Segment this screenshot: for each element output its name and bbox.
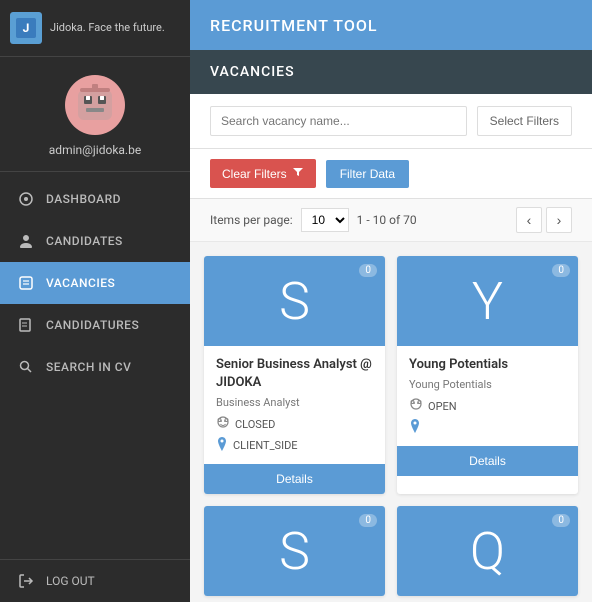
sidebar-item-search-in-cv[interactable]: SEARCH IN CV [0,346,190,388]
sidebar-item-candidatures-label: CANDIDATURES [46,318,139,332]
card-status-text-1: OPEN [428,400,457,413]
card-letter-2: S [279,521,310,582]
sidebar-item-candidatures[interactable]: CANDIDATURES [0,304,190,346]
logo-icon: J [10,12,42,44]
card-status-0: CLOSED [216,415,373,433]
vacancy-card-0: S 0 Senior Business Analyst @ JIDOKA Bus… [204,256,385,494]
svg-text:J: J [23,21,30,35]
card-location-0: CLIENT_SIDE [216,437,373,454]
sidebar: J Jidoka. Face the future. admin [0,0,190,602]
pagination-bar: Items per page: 10 25 50 1 - 10 of 70 ‹ … [190,199,592,242]
clear-filters-button[interactable]: Clear Filters [210,159,316,188]
vacancy-card-2: S 0 [204,506,385,596]
card-banner-3: Q 0 [397,506,578,596]
sidebar-item-dashboard-label: DASHBOARD [46,192,121,206]
per-page-select[interactable]: 10 25 50 [301,208,349,232]
card-badge-1: 0 [552,264,570,277]
candidates-icon [16,231,36,251]
dashboard-icon [16,189,36,209]
status-icon-0 [216,415,230,433]
search-input[interactable] [210,106,467,136]
details-button-0[interactable]: Details [204,464,385,494]
logout-icon [16,571,36,591]
sidebar-item-dashboard[interactable]: DASHBOARD [0,178,190,220]
card-letter-1: Y [472,271,503,332]
card-title-1: Young Potentials [409,356,566,374]
sidebar-item-candidates-label: CANDIDATES [46,234,123,248]
card-banner-1: Y 0 [397,256,578,346]
card-body-0: Senior Business Analyst @ JIDOKA Busines… [204,346,385,464]
logout-button[interactable]: LOG OUT [0,559,190,602]
next-page-button[interactable]: › [546,207,572,233]
card-title-0: Senior Business Analyst @ JIDOKA [216,356,373,392]
sidebar-nav: DASHBOARD CANDIDATES VAC [0,172,190,559]
avatar [65,75,125,135]
action-bar: Clear Filters Filter Data [190,149,592,199]
topbar: RECRUITMENT TOOL [190,0,592,50]
card-status-1: OPEN [409,397,566,415]
section-header: VACANCIES [190,50,592,94]
prev-page-button[interactable]: ‹ [516,207,542,233]
app-title: RECRUITMENT TOOL [210,16,378,35]
card-banner-0: S 0 [204,256,385,346]
logout-label: LOG OUT [46,574,95,588]
card-location-text-0: CLIENT_SIDE [233,439,298,452]
search-cv-icon [16,357,36,377]
main-content: RECRUITMENT TOOL VACANCIES Select Filter… [190,0,592,602]
card-letter-3: Q [470,521,505,582]
section-title: VACANCIES [210,64,295,80]
username-label: admin@jidoka.be [49,143,141,157]
vacancy-cards-grid: S 0 Senior Business Analyst @ JIDOKA Bus… [190,242,592,602]
filter-icon [292,166,304,181]
avatar-area: admin@jidoka.be [0,57,190,172]
card-status-text-0: CLOSED [235,418,275,431]
vacancy-card-1: Y 0 Young Potentials Young Potentials [397,256,578,494]
card-subtitle-0: Business Analyst [216,396,373,409]
page-range: 1 - 10 of 70 [357,213,417,227]
sidebar-item-vacancies-label: VACANCIES [46,276,115,290]
card-footer-1: Details [397,446,578,476]
sidebar-item-vacancies[interactable]: VACANCIES [0,262,190,304]
candidatures-icon [16,315,36,335]
filter-data-button[interactable]: Filter Data [326,160,409,188]
card-letter-0: S [279,271,310,332]
card-location-1 [409,419,566,436]
card-badge-3: 0 [552,514,570,527]
card-badge-0: 0 [359,264,377,277]
page-navigation: ‹ › [516,207,572,233]
card-footer-0: Details [204,464,385,494]
content-area: VACANCIES Select Filters Clear Filters [190,50,592,602]
card-body-1: Young Potentials Young Potentials [397,346,578,446]
filters-bar: Select Filters [190,94,592,149]
avatar-face-svg [70,80,120,130]
card-badge-2: 0 [359,514,377,527]
status-icon-1 [409,397,423,415]
logo-text: Jidoka. Face the future. [50,21,165,35]
sidebar-item-search-cv-label: SEARCH IN CV [46,360,131,374]
location-icon-0 [216,437,228,454]
location-icon-1 [409,419,421,436]
card-banner-2: S 0 [204,506,385,596]
items-per-page-label: Items per page: [210,213,293,227]
select-filters-button[interactable]: Select Filters [477,106,572,136]
vacancies-icon [16,273,36,293]
details-button-1[interactable]: Details [397,446,578,476]
vacancy-card-3: Q 0 [397,506,578,596]
sidebar-logo: J Jidoka. Face the future. [0,0,190,57]
sidebar-item-candidates[interactable]: CANDIDATES [0,220,190,262]
card-subtitle-1: Young Potentials [409,378,566,391]
